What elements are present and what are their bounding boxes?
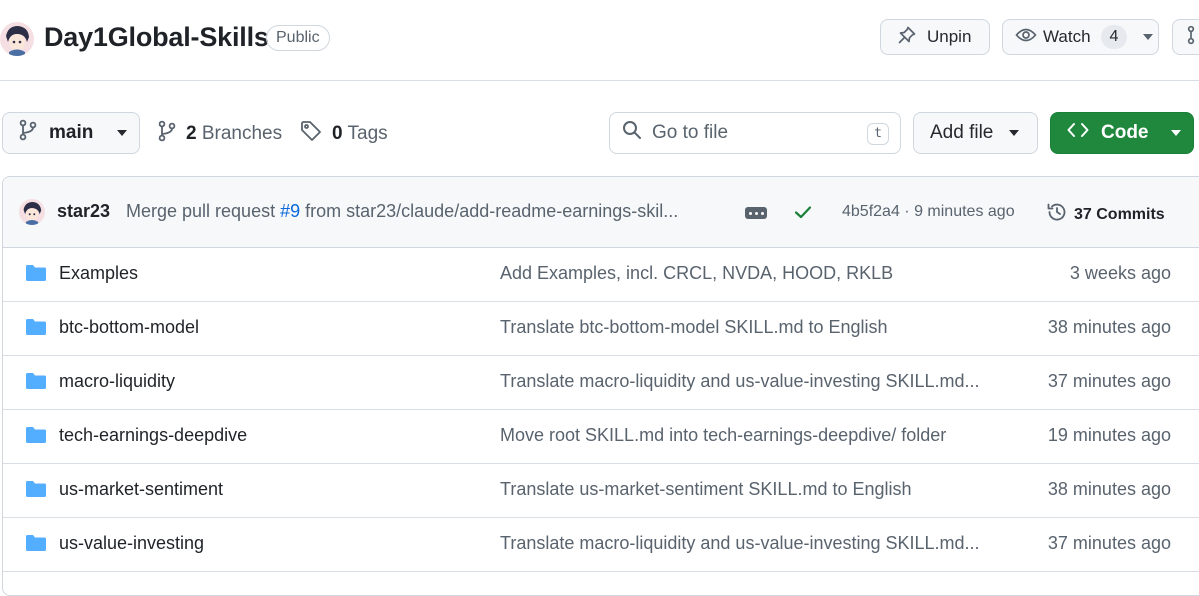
- file-commit-age: 37 minutes ago: [1047, 371, 1171, 391]
- eye-icon: [1015, 25, 1037, 50]
- branch-name: main: [49, 122, 94, 143]
- commit-message[interactable]: Merge pull request #9 from star23/claude…: [126, 201, 728, 222]
- fork-button[interactable]: [1172, 19, 1199, 55]
- search-placeholder: Go to file: [652, 122, 729, 143]
- latest-commit-bar: star23 Merge pull request #9 from star23…: [3, 177, 1199, 248]
- file-commit-age: 38 minutes ago: [1047, 479, 1171, 499]
- commit-sha[interactable]: 4b5f2a4: [842, 203, 900, 220]
- file-commit-age: 3 weeks ago: [1069, 263, 1171, 283]
- folder-icon: [25, 318, 47, 341]
- file-name[interactable]: us-value-investing: [59, 533, 204, 554]
- commit-message-prefix: Merge pull request: [126, 201, 281, 221]
- branch-icon: [19, 119, 37, 147]
- branches-link[interactable]: 2 Branches: [158, 120, 282, 148]
- commit-meta: 4b5f2a4 · 9 minutes ago: [842, 203, 1015, 221]
- file-name[interactable]: us-market-sentiment: [59, 479, 223, 500]
- tags-count: 0: [332, 123, 343, 144]
- file-table: star23 Merge pull request #9 from star23…: [2, 176, 1199, 596]
- commits-label: 37 Commits: [1074, 205, 1165, 223]
- keyboard-shortcut-hint: t: [867, 123, 889, 145]
- tag-icon: [300, 120, 322, 148]
- code-button[interactable]: Code: [1050, 112, 1194, 154]
- file-name[interactable]: tech-earnings-deepdive: [59, 425, 247, 446]
- file-commit-age: 38 minutes ago: [1047, 317, 1171, 337]
- file-commit-age: 37 minutes ago: [1047, 533, 1171, 553]
- branches-label: Branches: [201, 123, 283, 144]
- folder-icon: [25, 426, 47, 449]
- file-commit-message[interactable]: Translate us-market-sentiment SKILL.md t…: [500, 479, 1016, 500]
- search-icon: [622, 120, 642, 146]
- commit-author-avatar[interactable]: [19, 199, 45, 225]
- branch-icon: [158, 120, 176, 148]
- folder-icon: [25, 264, 47, 287]
- commits-history-link[interactable]: 37 Commits: [1046, 201, 1165, 228]
- pin-icon: [897, 25, 917, 50]
- folder-icon: [25, 372, 47, 395]
- code-label: Code: [1101, 122, 1149, 143]
- tags-label: Tags: [347, 123, 388, 144]
- pull-request-link[interactable]: #9: [280, 201, 300, 221]
- repo-header: Day1Global-Skills Public Unpin Watch 4: [0, 0, 1199, 81]
- code-icon: [1067, 121, 1089, 145]
- file-commit-age: 19 minutes ago: [1047, 425, 1171, 445]
- file-commit-message[interactable]: Translate btc-bottom-model SKILL.md to E…: [500, 317, 1016, 338]
- file-row[interactable]: Examples Add Examples, incl. CRCL, NVDA, …: [3, 247, 1199, 302]
- file-name[interactable]: btc-bottom-model: [59, 317, 199, 338]
- file-commit-message[interactable]: Add Examples, incl. CRCL, NVDA, HOOD, RK…: [500, 263, 1016, 284]
- branch-selector[interactable]: main: [2, 112, 140, 154]
- branches-count: 2: [186, 123, 197, 144]
- owner-avatar[interactable]: [0, 22, 34, 56]
- folder-icon: [25, 534, 47, 557]
- fork-icon: [1187, 25, 1199, 50]
- watch-button[interactable]: Watch 4: [1002, 19, 1159, 55]
- commit-author[interactable]: star23: [57, 201, 110, 222]
- visibility-badge: Public: [266, 25, 330, 51]
- meta-separator: ·: [904, 203, 910, 220]
- file-row[interactable]: btc-bottom-model Translate btc-bottom-mod…: [3, 301, 1199, 356]
- file-name[interactable]: macro-liquidity: [59, 371, 175, 392]
- add-file-button[interactable]: Add file: [913, 112, 1038, 154]
- file-row[interactable]: macro-liquidity Translate macro-liquidity…: [3, 355, 1199, 410]
- file-commit-message[interactable]: Translate macro-liquidity and us-value-i…: [500, 371, 1016, 392]
- chevron-down-icon: [1143, 34, 1154, 40]
- tags-link[interactable]: 0 Tags: [300, 120, 388, 148]
- file-row[interactable]: us-market-sentiment Translate us-market-s…: [3, 463, 1199, 518]
- unpin-button[interactable]: Unpin: [880, 19, 990, 55]
- unpin-label: Unpin: [927, 27, 972, 46]
- file-commit-message[interactable]: Move root SKILL.md into tech-earnings-de…: [500, 425, 1016, 446]
- watch-label: Watch: [1043, 27, 1091, 46]
- file-row[interactable]: us-value-investing Translate macro-liquid…: [3, 517, 1199, 572]
- commit-message-suffix: from star23/claude/add-readme-earnings-s…: [300, 201, 679, 221]
- add-file-label: Add file: [930, 122, 994, 143]
- repo-name[interactable]: Day1Global-Skills: [44, 22, 269, 53]
- go-to-file-input[interactable]: Go to file t: [609, 112, 901, 154]
- expand-commit-message-button[interactable]: [745, 207, 767, 219]
- folder-icon: [25, 480, 47, 503]
- commit-time: 9 minutes ago: [914, 203, 1015, 220]
- file-row[interactable]: tech-earnings-deepdive Move root SKILL.md…: [3, 409, 1199, 464]
- chevron-down-icon: [1170, 130, 1181, 136]
- check-icon[interactable]: [793, 202, 813, 227]
- watch-count: 4: [1100, 25, 1128, 49]
- chevron-down-icon: [117, 130, 128, 136]
- history-icon: [1046, 201, 1068, 228]
- chevron-down-icon: [1009, 130, 1020, 136]
- file-commit-message[interactable]: Translate macro-liquidity and us-value-i…: [500, 533, 1016, 554]
- file-name[interactable]: Examples: [59, 263, 138, 284]
